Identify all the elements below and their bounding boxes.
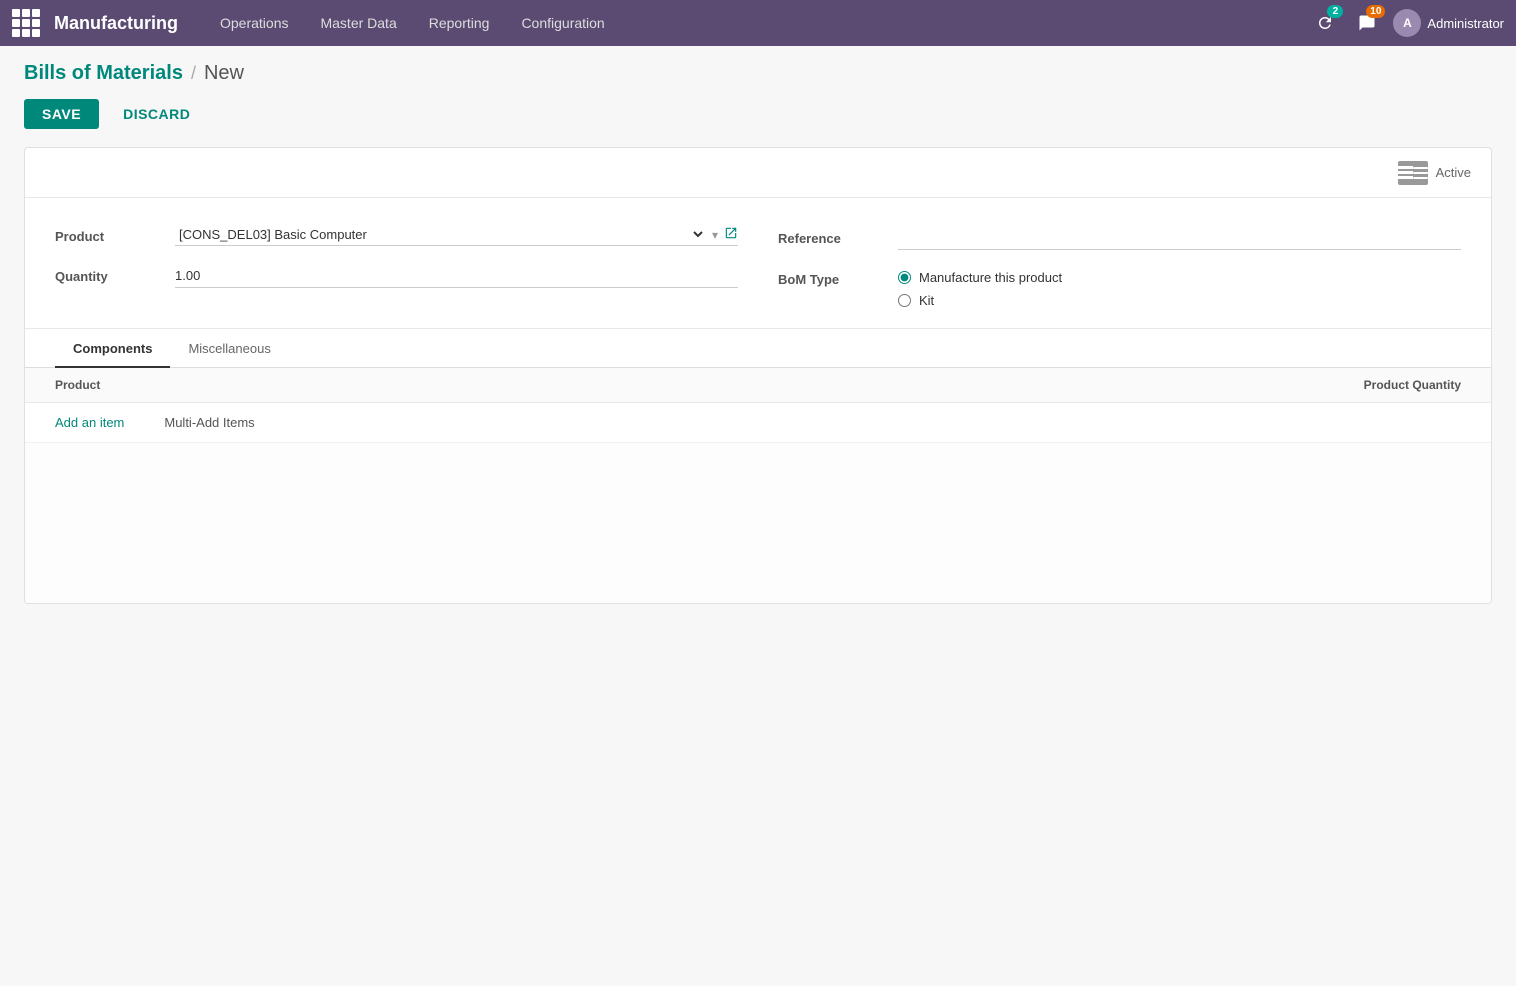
- quantity-label: Quantity: [55, 269, 175, 284]
- product-label: Product: [55, 229, 175, 244]
- app-name: Manufacturing: [54, 13, 178, 34]
- bom-type-label: BoM Type: [778, 268, 898, 287]
- bom-type-kit-option[interactable]: Kit: [898, 293, 1461, 308]
- bom-type-kit-radio[interactable]: [898, 294, 911, 307]
- messages-badge-count: 10: [1366, 5, 1385, 18]
- reference-input[interactable]: [898, 226, 1461, 250]
- bom-type-manufacture-radio[interactable]: [898, 271, 911, 284]
- col-header-product: Product: [55, 378, 1261, 392]
- product-field-container: [CONS_DEL03] Basic Computer ▾: [175, 226, 738, 246]
- status-label: Active: [1436, 165, 1471, 180]
- col-header-quantity: Product Quantity: [1261, 378, 1461, 392]
- nav-reporting[interactable]: Reporting: [415, 0, 504, 46]
- reference-field-container: [898, 226, 1461, 250]
- tab-components[interactable]: Components: [55, 329, 170, 368]
- quantity-field-container: [175, 264, 738, 288]
- product-dropdown-icon: ▾: [712, 228, 718, 242]
- messages-badge-button[interactable]: 10: [1351, 7, 1383, 39]
- admin-button[interactable]: A Administrator: [1393, 9, 1504, 37]
- form-left: Product [CONS_DEL03] Basic Computer ▾: [55, 226, 738, 308]
- product-row: Product [CONS_DEL03] Basic Computer ▾: [55, 226, 738, 246]
- bom-type-row: BoM Type Manufacture this product Kit: [778, 268, 1461, 308]
- save-button[interactable]: SAVE: [24, 99, 99, 129]
- main-card: Active Product [CONS_DEL03] Basic Comput…: [24, 147, 1492, 604]
- tabs-nav: Components Miscellaneous: [25, 329, 1491, 368]
- product-external-link-icon[interactable]: [724, 226, 738, 243]
- nav-operations[interactable]: Operations: [206, 0, 302, 46]
- app-grid-icon[interactable]: [12, 9, 40, 37]
- topbar: Manufacturing Operations Master Data Rep…: [0, 0, 1516, 46]
- table-empty-area: [25, 443, 1491, 603]
- breadcrumb-separator: /: [191, 63, 196, 84]
- table-section: Product Product Quantity Add an item Mul…: [25, 368, 1491, 603]
- bom-type-manufacture-option[interactable]: Manufacture this product: [898, 270, 1461, 285]
- page-content: Bills of Materials / New SAVE DISCARD Ac…: [0, 46, 1516, 986]
- product-field-with-icon: [CONS_DEL03] Basic Computer ▾: [175, 226, 738, 246]
- form-right: Reference BoM Type Manufacture this prod…: [778, 226, 1461, 308]
- nav-master-data[interactable]: Master Data: [306, 0, 410, 46]
- nav-configuration[interactable]: Configuration: [507, 0, 618, 46]
- form-section: Product [CONS_DEL03] Basic Computer ▾: [25, 198, 1491, 329]
- breadcrumb-current: New: [204, 62, 244, 85]
- table-actions-row: Add an item Multi-Add Items: [25, 403, 1491, 443]
- admin-label: Administrator: [1427, 16, 1504, 31]
- quantity-input[interactable]: [175, 264, 738, 288]
- multi-add-link[interactable]: Multi-Add Items: [164, 415, 254, 430]
- reference-label: Reference: [778, 231, 898, 246]
- add-item-link[interactable]: Add an item: [55, 415, 124, 430]
- topbar-right: 2 10 A Administrator: [1309, 7, 1504, 39]
- bom-type-kit-label: Kit: [919, 293, 934, 308]
- status-toggle-icon: [1398, 161, 1428, 185]
- reference-row: Reference: [778, 226, 1461, 250]
- discard-button[interactable]: DISCARD: [109, 99, 204, 129]
- bom-type-manufacture-label: Manufacture this product: [919, 270, 1062, 285]
- tab-miscellaneous[interactable]: Miscellaneous: [170, 329, 288, 368]
- quantity-row: Quantity: [55, 264, 738, 288]
- breadcrumb-parent[interactable]: Bills of Materials: [24, 62, 183, 85]
- action-bar: SAVE DISCARD: [24, 99, 1492, 129]
- tabs-section: Components Miscellaneous Product Product…: [25, 329, 1491, 603]
- status-active-indicator[interactable]: Active: [1398, 161, 1471, 185]
- refresh-badge-button[interactable]: 2: [1309, 7, 1341, 39]
- bom-type-options: Manufacture this product Kit: [898, 268, 1461, 308]
- refresh-badge-count: 2: [1327, 5, 1343, 18]
- breadcrumb: Bills of Materials / New: [24, 62, 1492, 85]
- product-select[interactable]: [CONS_DEL03] Basic Computer: [175, 226, 706, 243]
- form-grid: Product [CONS_DEL03] Basic Computer ▾: [55, 226, 1461, 308]
- admin-avatar: A: [1393, 9, 1421, 37]
- main-nav: Operations Master Data Reporting Configu…: [206, 0, 1301, 46]
- status-bar: Active: [25, 148, 1491, 198]
- table-header: Product Product Quantity: [25, 368, 1491, 403]
